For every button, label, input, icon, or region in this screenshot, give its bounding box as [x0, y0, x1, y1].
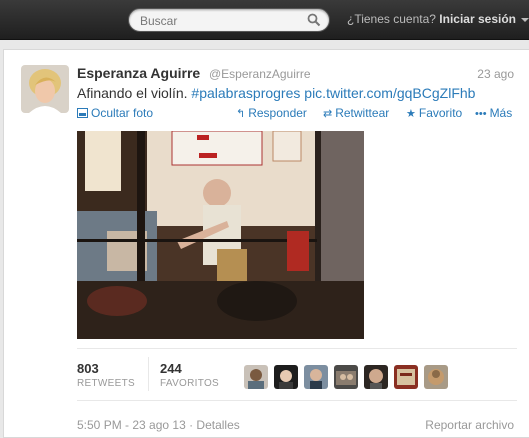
- login-link[interactable]: Iniciar sesión: [439, 12, 516, 26]
- top-nav-bar: ¿Tienes cuenta? Iniciar sesión: [0, 0, 529, 40]
- search-icon[interactable]: [307, 13, 321, 27]
- favoriter-avatar[interactable]: [304, 365, 328, 389]
- favoriter-avatar[interactable]: [274, 365, 298, 389]
- favoriter-avatar[interactable]: [364, 365, 388, 389]
- favorite-label: Favorito: [418, 106, 463, 120]
- hide-photo-button[interactable]: Ocultar foto: [77, 106, 153, 120]
- reply-icon: ↰: [236, 108, 246, 120]
- tweet-text: Afinando el violín. #palabrasprogres pic…: [77, 85, 475, 101]
- tweet-photo[interactable]: [77, 131, 364, 339]
- media-link[interactable]: pic.twitter.com/gqBCgZlFhb: [304, 85, 475, 101]
- favorites-label[interactable]: FAVORITOS: [160, 378, 219, 389]
- reply-label: Responder: [248, 106, 307, 120]
- favoriter-avatar[interactable]: [394, 365, 418, 389]
- account-menu[interactable]: ¿Tienes cuenta? Iniciar sesión: [347, 12, 529, 26]
- tweet-date[interactable]: 23 ago: [477, 67, 514, 81]
- search-input[interactable]: [140, 13, 300, 28]
- more-button[interactable]: ••• Más: [475, 106, 512, 120]
- star-icon: ★: [406, 108, 416, 120]
- tweet-text-body: Afinando el violín.: [77, 85, 188, 101]
- account-prompt: ¿Tienes cuenta?: [347, 12, 436, 26]
- favorite-button[interactable]: ★ Favorito: [406, 106, 462, 120]
- retweet-button[interactable]: ⇄ Retwittear: [323, 106, 389, 120]
- favoriter-avatar[interactable]: [334, 365, 358, 389]
- author-handle[interactable]: @EsperanzAguirre: [209, 67, 311, 81]
- avatar[interactable]: [21, 65, 69, 113]
- tweet-card: Esperanza Aguirre @EsperanzAguirre 23 ag…: [3, 49, 529, 438]
- favoriter-avatar[interactable]: [424, 365, 448, 389]
- author-name[interactable]: Esperanza Aguirre: [77, 65, 200, 81]
- more-dots-icon: •••: [475, 108, 487, 120]
- hashtag-link[interactable]: #palabrasprogres: [191, 85, 300, 101]
- tweet-actions: Ocultar foto ↰ Responder ⇄ Retwittear ★ Fav…: [77, 106, 517, 122]
- divider: [77, 400, 517, 401]
- search-box[interactable]: [128, 8, 330, 32]
- reply-button[interactable]: ↰ Responder: [236, 106, 307, 120]
- retweets-label[interactable]: RETWEETS: [77, 378, 135, 389]
- retweet-icon: ⇄: [323, 108, 333, 120]
- favorites-count[interactable]: 244: [160, 361, 182, 376]
- hide-photo-label: Ocultar foto: [91, 106, 154, 120]
- stat-separator: [148, 357, 149, 391]
- chevron-down-icon[interactable]: [521, 17, 529, 22]
- more-label: Más: [489, 106, 513, 120]
- favoriter-avatar[interactable]: [244, 365, 268, 389]
- tweet-timestamp[interactable]: 5:50 PM - 23 ago 13 · Detalles: [77, 418, 240, 432]
- report-link[interactable]: Reportar archivo: [425, 418, 514, 432]
- retweets-count[interactable]: 803: [77, 361, 99, 376]
- photo-icon: [77, 108, 88, 118]
- divider: [77, 348, 517, 349]
- retweet-label: Retwittear: [335, 106, 390, 120]
